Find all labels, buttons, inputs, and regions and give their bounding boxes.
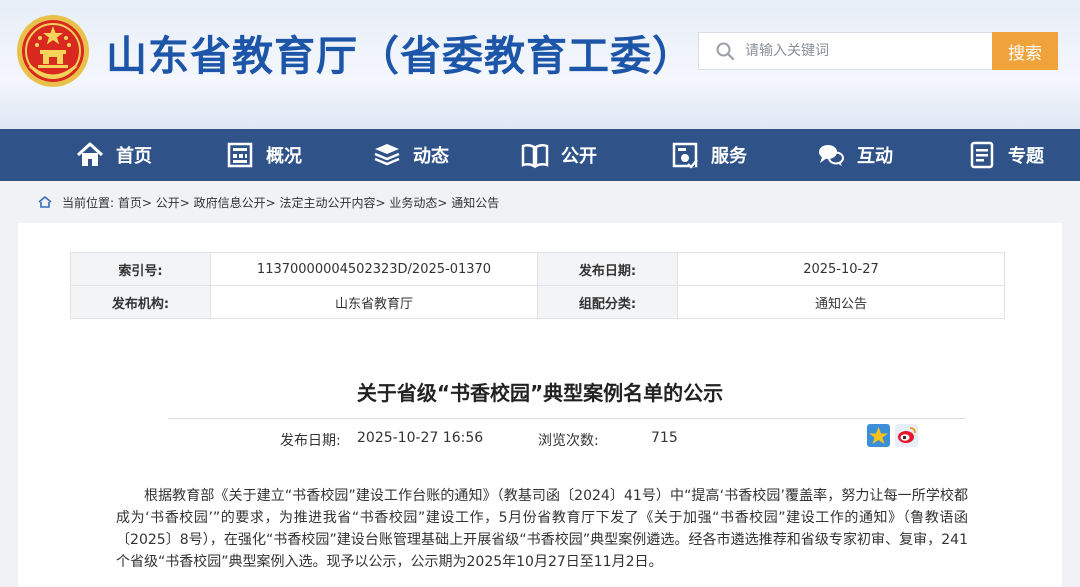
main-nav: 首页 概况 动态 公开 服务 互动 专题 [0, 129, 1080, 181]
nav-label-home: 首页 [116, 146, 152, 167]
search-button[interactable]: 搜索 [992, 32, 1058, 70]
stack-icon [374, 144, 400, 166]
nav-item-overview[interactable]: 概况 [226, 129, 302, 181]
pub-date-value: 2025-10-27 16:56 [357, 430, 484, 446]
national-emblem-icon[interactable] [16, 14, 90, 88]
date-value: 2025-10-27 [677, 252, 1005, 286]
search-icon [716, 42, 735, 61]
header-decoration [0, 79, 1080, 129]
nav-item-service[interactable]: 服务 [671, 129, 747, 181]
views-value: 715 [651, 430, 678, 446]
nav-item-topics[interactable]: 专题 [968, 129, 1044, 181]
nav-item-home[interactable]: 首页 [76, 129, 152, 181]
category-value: 通知公告 [677, 285, 1005, 319]
home-icon [38, 195, 52, 208]
home-icon [76, 142, 104, 166]
table-row: 索引号: 11370000004502323D/2025-01370 发布日期:… [70, 252, 1005, 286]
pub-date-label: 发布日期: [280, 433, 341, 449]
share-qzone-icon[interactable] [867, 424, 890, 447]
views-label: 浏览次数: [538, 433, 599, 449]
index-value: 11370000004502323D/2025-01370 [210, 252, 538, 286]
index-label: 索引号: [70, 252, 211, 286]
breadcrumb: 当前位置: 首页> 公开> 政府信息公开> 法定主动公开内容> 业务动态> 通知… [0, 181, 1080, 223]
org-label: 发布机构: [70, 285, 211, 319]
divider [168, 418, 965, 419]
nav-label-service: 服务 [711, 146, 747, 167]
nav-item-interact[interactable]: 互动 [817, 129, 893, 181]
category-label: 组配分类: [537, 285, 678, 319]
book-icon [521, 143, 549, 169]
breadcrumb-text[interactable]: 当前位置: 首页> 公开> 政府信息公开> 法定主动公开内容> 业务动态> 通知… [62, 194, 499, 211]
article-body: 根据教育部《关于建立“书香校园”建设工作台账的通知》（教基司函〔2024〕41号… [116, 488, 968, 570]
nav-item-news[interactable]: 动态 [373, 129, 449, 181]
share-weibo-icon[interactable] [895, 424, 918, 447]
service-icon [672, 142, 698, 169]
nav-label-topics: 专题 [1008, 146, 1044, 167]
article-title: 关于省级“书香校园”典型案例名单的公示 [356, 381, 724, 405]
search-input[interactable] [745, 43, 975, 59]
nav-label-interact: 互动 [857, 146, 893, 167]
nav-label-overview: 概况 [266, 146, 302, 167]
nav-item-open[interactable]: 公开 [521, 129, 597, 181]
table-row: 发布机构: 山东省教育厅 组配分类: 通知公告 [70, 285, 1005, 319]
meta-table: 索引号: 11370000004502323D/2025-01370 发布日期:… [70, 252, 1005, 319]
org-value: 山东省教育厅 [210, 285, 538, 319]
search-box[interactable] [698, 32, 992, 70]
site-title[interactable]: 山东省教育厅（省委教育工委） [106, 22, 694, 82]
building-icon [227, 142, 253, 168]
date-label: 发布日期: [537, 252, 678, 286]
chat-icon [819, 145, 844, 166]
nav-label-open: 公开 [561, 146, 597, 167]
nav-label-news: 动态 [413, 146, 449, 167]
document-icon [970, 141, 994, 169]
content-panel: 索引号: 11370000004502323D/2025-01370 发布日期:… [18, 223, 1062, 587]
site-header: 山东省教育厅（省委教育工委） 搜索 [0, 0, 1080, 129]
